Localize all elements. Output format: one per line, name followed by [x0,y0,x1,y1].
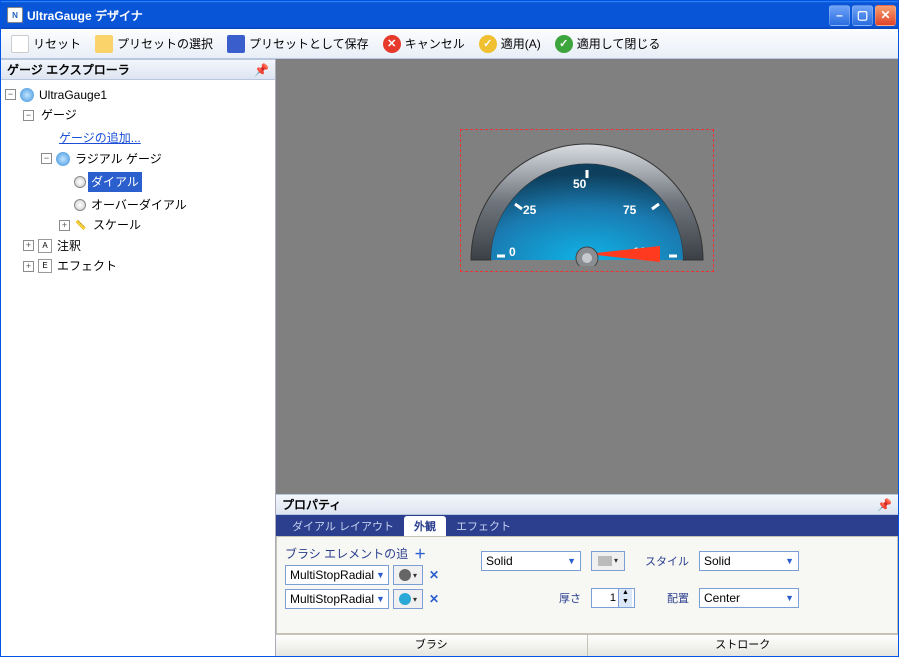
pin-icon[interactable]: 📌 [877,498,892,512]
apply-button[interactable]: ✓適用(A) [473,32,547,56]
tree-over-dial[interactable]: オーバーダイアル [59,195,190,215]
brush-row: MultiStopRadial▼ ▾ ✕ [285,589,455,609]
check-icon: ✓ [479,35,497,53]
cancel-icon: ✕ [383,35,401,53]
alignment-label: 配置 [645,590,689,606]
spin-up[interactable]: ▲ [618,589,632,598]
save-preset-button[interactable]: プリセットとして保存 [221,32,375,56]
minimize-button[interactable]: – [829,5,850,26]
save-icon [227,35,245,53]
tree-effects[interactable]: +Eエフェクト [23,256,120,276]
tab-effects[interactable]: エフェクト [446,516,521,536]
chevron-down-icon: ▼ [374,594,387,604]
cancel-button[interactable]: ✕キャンセル [377,32,471,56]
brush-color-picker[interactable]: ▾ [393,589,423,609]
apply-close-button[interactable]: ✓適用して閉じる [549,32,667,56]
svg-text:50: 50 [573,177,587,191]
brush-color-picker[interactable]: ▾ [393,565,423,585]
window-title: UltraGauge デザイナ [27,7,829,24]
chevron-down-icon: ▾ [413,571,417,580]
dial-icon [74,176,86,188]
tree-gauges[interactable]: −ゲージ [23,105,80,125]
tab-dial-layout[interactable]: ダイアル レイアウト [282,516,404,536]
maximize-button[interactable]: ▢ [852,5,873,26]
radial-gauge-preview: 0 25 50 75 100 [465,134,709,266]
titlebar: N UltraGauge デザイナ – ▢ ✕ [1,1,898,29]
property-tabs: ダイアル レイアウト 外観 エフェクト [276,515,898,536]
stroke-brush-combo[interactable]: Solid▼ [481,551,581,571]
properties-header: プロパティ 📌 [276,494,898,515]
svg-text:75: 75 [623,203,637,217]
stroke-align-combo[interactable]: Center▼ [699,588,799,608]
brush-row: MultiStopRadial▼ ▾ ✕ [285,565,455,585]
tree-root[interactable]: −UltraGauge1 [5,85,110,105]
pin-icon[interactable]: 📌 [254,63,269,77]
tree-add-gauge[interactable]: ゲージの追加... [41,128,144,148]
chevron-down-icon: ▼ [783,593,796,603]
check-circle-icon: ✓ [555,35,573,53]
tree-radial-gauge[interactable]: −ラジアル ゲージ [41,149,165,169]
thickness-input[interactable] [592,592,618,604]
brush-type-combo[interactable]: MultiStopRadial▼ [285,565,389,585]
gauge-icon [20,88,34,102]
scale-icon: 📏 [74,218,88,232]
chevron-down-icon: ▼ [565,556,578,566]
stroke-style-combo[interactable]: Solid▼ [699,551,799,571]
add-brush-button[interactable]: ＋ [414,545,426,562]
effects-icon: E [38,259,52,273]
toolbar: リセット プリセットの選択 プリセットとして保存 ✕キャンセル ✓適用(A) ✓… [1,29,898,59]
tab-appearance[interactable]: 外観 [404,516,446,536]
svg-text:25: 25 [523,203,537,217]
folder-open-icon [95,35,113,53]
open-preset-button[interactable]: プリセットの選択 [89,32,219,56]
brush-elements-label: ブラシ エレメントの追 [285,545,408,562]
stroke-color-picker[interactable]: ▾ [591,551,625,571]
style-label: スタイル [645,553,689,569]
reset-button[interactable]: リセット [5,32,87,56]
spin-down[interactable]: ▼ [618,598,632,607]
tree-dial[interactable]: ダイアル [59,172,142,192]
page-icon [11,35,29,53]
gauge-tree: −UltraGauge1 −ゲージ ゲージの追加... −ラジアル ゲージ ダ [1,80,275,656]
explorer-header: ゲージ エクスプローラ 📌 [1,59,275,80]
design-canvas[interactable]: 0 25 50 75 100 [276,59,898,494]
svg-text:0: 0 [509,245,516,259]
chevron-down-icon: ▼ [374,570,387,580]
dial-icon [74,199,86,211]
gauge-selection[interactable]: 0 25 50 75 100 [460,129,714,272]
remove-brush-button[interactable]: ✕ [427,592,441,606]
remove-brush-button[interactable]: ✕ [427,568,441,582]
chevron-down-icon: ▼ [783,556,796,566]
thickness-spinner[interactable]: ▲▼ [591,588,635,608]
chevron-down-icon: ▾ [413,595,417,604]
tab-brush[interactable]: ブラシ [276,635,588,656]
tree-annotations[interactable]: +A注釈 [23,236,84,256]
radial-gauge-icon [56,152,70,166]
tab-stroke[interactable]: ストローク [588,635,899,656]
annotation-icon: A [38,239,52,253]
thickness-label: 厚さ [481,590,581,606]
close-button[interactable]: ✕ [875,5,896,26]
app-icon: N [7,7,23,23]
chevron-down-icon: ▾ [614,556,618,565]
tree-scale[interactable]: +📏スケール [59,215,144,235]
brush-type-combo[interactable]: MultiStopRadial▼ [285,589,389,609]
